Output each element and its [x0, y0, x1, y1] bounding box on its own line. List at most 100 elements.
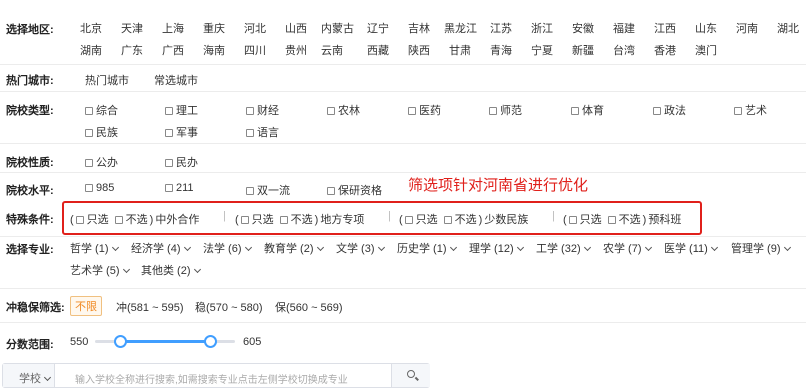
risk-bao-option[interactable]: 保(560 ~ 569): [275, 299, 343, 315]
school-type-option[interactable]: 医药: [408, 102, 441, 118]
major-dropdown[interactable]: 农学 (7): [603, 240, 652, 256]
region-item[interactable]: 贵州: [285, 42, 307, 58]
checkbox[interactable]: [165, 129, 173, 137]
checkbox[interactable]: [85, 159, 93, 167]
region-item[interactable]: 湖北: [777, 20, 799, 36]
major-dropdown[interactable]: 医学 (11): [664, 240, 718, 256]
school-type-option[interactable]: 语言: [246, 124, 279, 140]
region-item[interactable]: 山东: [695, 20, 717, 36]
major-dropdown[interactable]: 教育学 (2): [264, 240, 324, 256]
checkbox[interactable]: [85, 184, 93, 192]
region-item[interactable]: 北京: [80, 20, 102, 36]
score-slider-max-handle[interactable]: [203, 335, 217, 348]
checkbox[interactable]: [246, 107, 254, 115]
checkbox[interactable]: [489, 107, 497, 115]
region-item[interactable]: 广西: [162, 42, 184, 58]
school-type-option[interactable]: 农林: [327, 102, 360, 118]
only-checkbox[interactable]: [404, 216, 413, 224]
region-item[interactable]: 青海: [490, 42, 512, 58]
school-type-option[interactable]: 师范: [489, 102, 522, 118]
region-item[interactable]: 河南: [736, 20, 758, 36]
major-dropdown[interactable]: 哲学 (1): [70, 240, 119, 256]
search-input[interactable]: 输入学校全称进行搜索,如需搜索专业点击左侧学校切换成专业: [75, 371, 348, 386]
region-item[interactable]: 吉林: [408, 20, 430, 36]
level-option-double-first-class[interactable]: 双一流: [246, 182, 290, 198]
checkbox[interactable]: [327, 107, 335, 115]
checkbox[interactable]: [653, 107, 661, 115]
major-dropdown[interactable]: 经济学 (4): [131, 240, 191, 256]
checkbox[interactable]: [408, 107, 416, 115]
region-item[interactable]: 黑龙江: [444, 20, 477, 36]
region-item[interactable]: 云南: [321, 42, 343, 58]
only-checkbox[interactable]: [240, 216, 249, 224]
checkbox[interactable]: [571, 107, 579, 115]
region-item[interactable]: 四川: [244, 42, 266, 58]
major-dropdown[interactable]: 管理学 (9): [731, 240, 791, 256]
region-item[interactable]: 浙江: [531, 20, 553, 36]
school-type-option[interactable]: 军事: [165, 124, 198, 140]
school-type-option[interactable]: 财经: [246, 102, 279, 118]
major-dropdown[interactable]: 艺术学 (5): [70, 262, 130, 278]
exclude-checkbox[interactable]: [279, 216, 288, 224]
checkbox[interactable]: [734, 107, 742, 115]
checkbox[interactable]: [165, 107, 173, 115]
level-option-985[interactable]: 985: [85, 182, 114, 194]
region-item[interactable]: 西藏: [367, 42, 389, 58]
region-item[interactable]: 辽宁: [367, 20, 389, 36]
region-item[interactable]: 上海: [162, 20, 184, 36]
region-item[interactable]: 天津: [121, 20, 143, 36]
checkbox[interactable]: [85, 107, 93, 115]
school-type-option[interactable]: 民族: [85, 124, 118, 140]
only-checkbox[interactable]: [75, 216, 84, 224]
major-dropdown[interactable]: 文学 (3): [336, 240, 385, 256]
major-dropdown[interactable]: 理学 (12): [469, 240, 524, 256]
school-type-option[interactable]: 综合: [85, 102, 118, 118]
search-type-select[interactable]: 学校: [3, 364, 55, 387]
checkbox[interactable]: [246, 187, 254, 195]
region-item[interactable]: 海南: [203, 42, 225, 58]
school-type-option[interactable]: 艺术: [734, 102, 767, 118]
risk-chong-option[interactable]: 冲(581 ~ 595): [116, 299, 184, 315]
exclude-checkbox[interactable]: [607, 216, 616, 224]
region-item[interactable]: 新疆: [572, 42, 594, 58]
region-item[interactable]: 福建: [613, 20, 635, 36]
exclude-checkbox[interactable]: [114, 216, 123, 224]
level-option-211[interactable]: 211: [165, 182, 194, 194]
exclude-checkbox[interactable]: [443, 216, 452, 224]
region-item[interactable]: 甘肃: [449, 42, 471, 58]
checkbox[interactable]: [165, 159, 173, 167]
school-type-option[interactable]: 体育: [571, 102, 604, 118]
region-item[interactable]: 宁夏: [531, 42, 553, 58]
region-item[interactable]: 河北: [244, 20, 266, 36]
region-item[interactable]: 江西: [654, 20, 676, 36]
common-city-option[interactable]: 常选城市: [154, 72, 198, 88]
hot-city-option[interactable]: 热门城市: [85, 72, 129, 88]
school-type-option[interactable]: 政法: [653, 102, 686, 118]
nature-option-public[interactable]: 公办: [85, 154, 118, 170]
region-item[interactable]: 江苏: [490, 20, 512, 36]
checkbox[interactable]: [327, 187, 335, 195]
major-dropdown[interactable]: 法学 (6): [203, 240, 252, 256]
score-slider-min-handle[interactable]: [114, 335, 128, 348]
major-dropdown[interactable]: 其他类 (2): [141, 262, 201, 278]
major-dropdown[interactable]: 历史学 (1): [397, 240, 457, 256]
risk-unlimited-tag[interactable]: 不限: [70, 296, 102, 316]
risk-wen-option[interactable]: 稳(570 ~ 580): [195, 299, 263, 315]
region-item[interactable]: 陕西: [408, 42, 430, 58]
region-item[interactable]: 广东: [121, 42, 143, 58]
region-item[interactable]: 香港: [654, 42, 676, 58]
region-item[interactable]: 内蒙古: [321, 20, 354, 36]
region-item[interactable]: 重庆: [203, 20, 225, 36]
search-button[interactable]: [391, 364, 430, 387]
nature-option-private[interactable]: 民办: [165, 154, 198, 170]
region-item[interactable]: 台湾: [613, 42, 635, 58]
checkbox[interactable]: [85, 129, 93, 137]
level-option-postgrad[interactable]: 保研资格: [327, 182, 382, 198]
checkbox[interactable]: [165, 184, 173, 192]
school-type-option[interactable]: 理工: [165, 102, 198, 118]
only-checkbox[interactable]: [568, 216, 577, 224]
region-item[interactable]: 安徽: [572, 20, 594, 36]
checkbox[interactable]: [246, 129, 254, 137]
region-item[interactable]: 山西: [285, 20, 307, 36]
major-dropdown[interactable]: 工学 (32): [536, 240, 591, 256]
